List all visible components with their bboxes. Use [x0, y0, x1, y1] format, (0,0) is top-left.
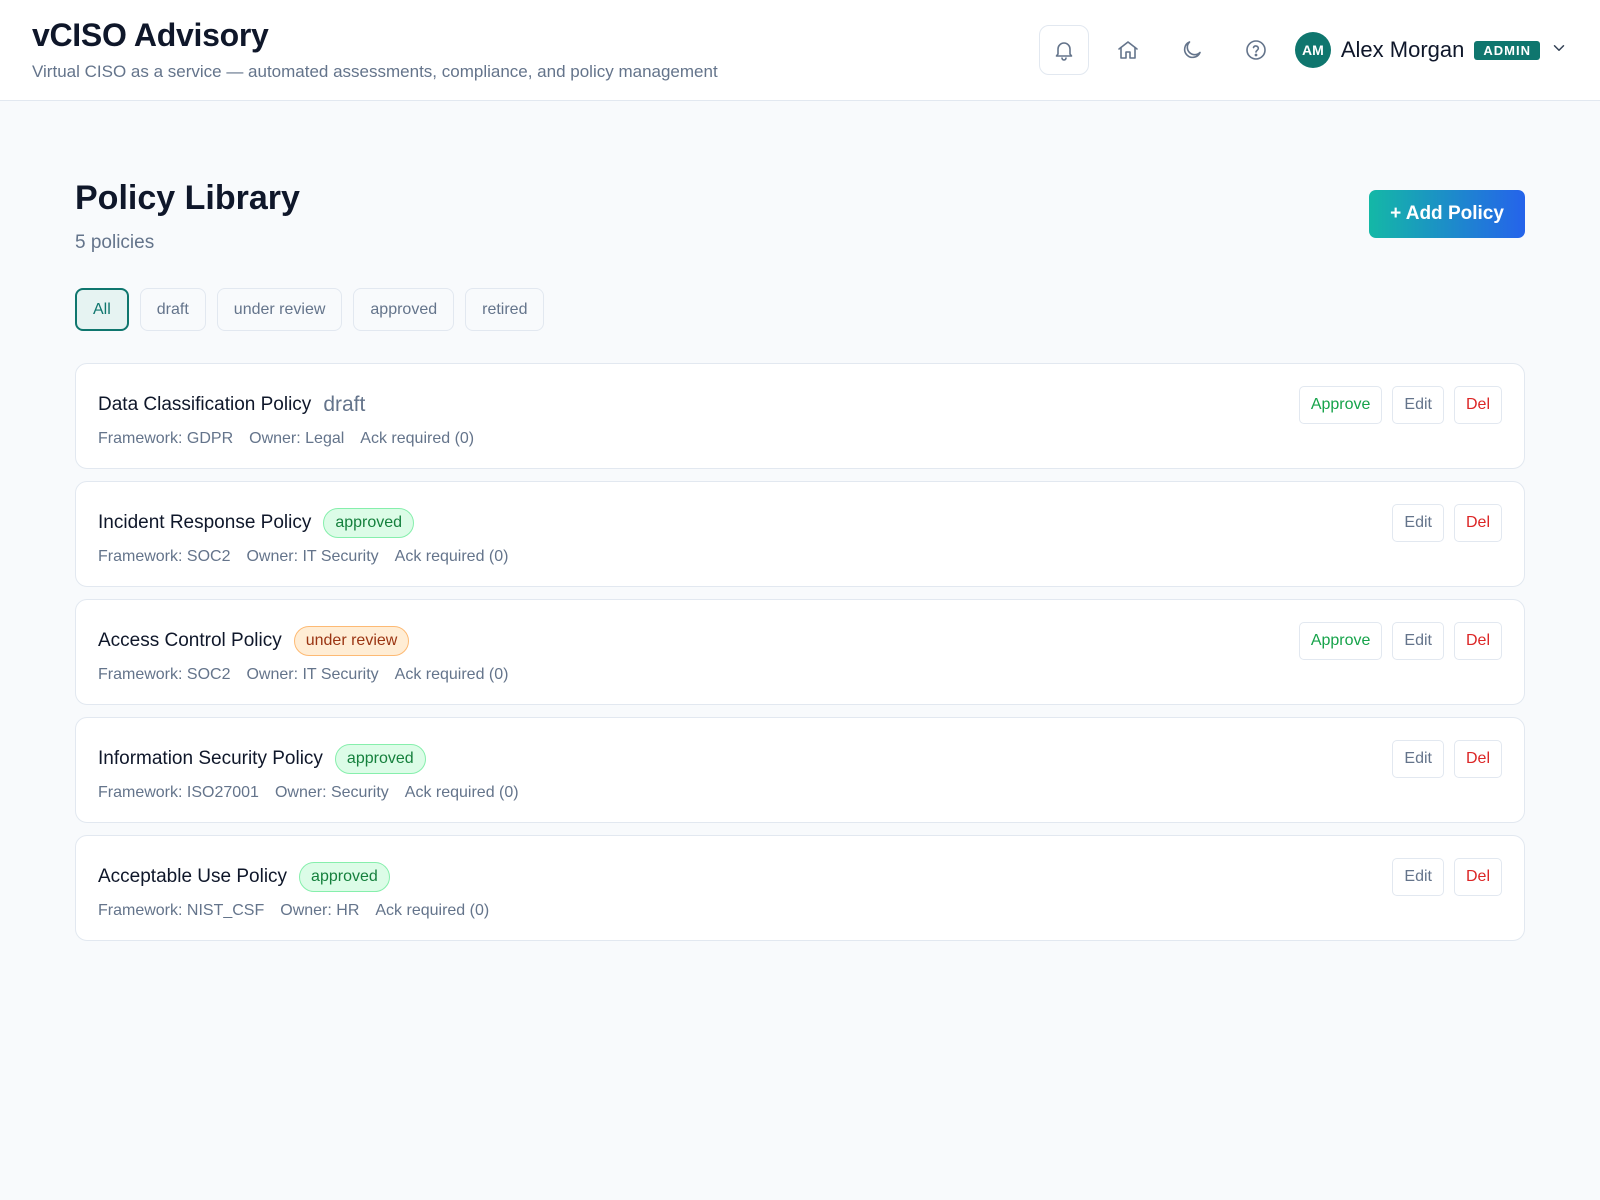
policy-owner: Owner: IT Security: [246, 666, 379, 683]
policy-list: Data Classification Policy draft Framewo…: [75, 363, 1525, 941]
app-title: vCISO Advisory: [32, 17, 269, 54]
delete-button[interactable]: Del: [1453, 740, 1502, 778]
policy-title: Incident Response Policy: [98, 512, 312, 533]
edit-button[interactable]: Edit: [1392, 504, 1444, 542]
policy-count: 5 policies: [75, 232, 155, 253]
policy-ack: Ack required (0): [360, 430, 475, 447]
policy-owner: Owner: IT Security: [246, 548, 379, 565]
policy-ack: Ack required (0): [375, 902, 490, 919]
edit-button[interactable]: Edit: [1392, 622, 1444, 660]
help-button[interactable]: [1231, 25, 1281, 75]
policy-owner: Owner: HR: [280, 902, 360, 919]
main-content: Policy Library 5 policies + Add Policy A…: [0, 101, 1600, 941]
policy-title: Data Classification Policy: [98, 394, 312, 415]
delete-button[interactable]: Del: [1453, 386, 1502, 424]
bell-icon: [1055, 42, 1073, 61]
page-header: Policy Library 5 policies + Add Policy: [75, 177, 1525, 254]
filter-approved[interactable]: approved: [353, 288, 455, 331]
policy-framework: Framework: SOC2: [98, 666, 231, 683]
filter-retired[interactable]: retired: [465, 288, 545, 331]
filter-under-review[interactable]: under review: [216, 288, 343, 331]
policy-card: Incident Response Policy approved Framew…: [75, 481, 1525, 587]
help-icon: [1246, 40, 1266, 60]
home-icon: [1118, 41, 1138, 59]
home-button[interactable]: [1103, 25, 1153, 75]
status-filters: All draft under review approved retired: [75, 288, 1525, 331]
status-badge: draft: [323, 393, 366, 416]
status-badge: approved: [299, 862, 390, 892]
policy-card: Information Security Policy approved Fra…: [75, 717, 1525, 823]
policy-ack: Ack required (0): [394, 548, 509, 565]
status-badge: under review: [293, 626, 410, 656]
approve-button[interactable]: Approve: [1298, 386, 1383, 424]
policy-framework: Framework: ISO27001: [98, 784, 259, 801]
moon-icon: [1183, 41, 1201, 59]
policy-framework: Framework: NIST_CSF: [98, 902, 265, 919]
user-menu[interactable]: AM Alex Morgan ADMIN: [1294, 32, 1568, 68]
brand: vCISO Advisory Virtual CISO as a service…: [32, 18, 718, 81]
policy-card: Acceptable Use Policy approved Framework…: [75, 835, 1525, 941]
notifications-button[interactable]: [1038, 25, 1089, 75]
policy-owner: Owner: Security: [274, 784, 389, 801]
theme-toggle-button[interactable]: [1167, 25, 1217, 75]
policy-framework: Framework: SOC2: [98, 548, 231, 565]
policy-card: Access Control Policy under review Frame…: [75, 599, 1525, 705]
policy-ack: Ack required (0): [404, 784, 519, 801]
add-policy-button[interactable]: + Add Policy: [1369, 190, 1525, 238]
role-badge: ADMIN: [1474, 40, 1540, 60]
app-header: vCISO Advisory Virtual CISO as a service…: [0, 0, 1600, 101]
approve-button[interactable]: Approve: [1298, 622, 1383, 660]
delete-button[interactable]: Del: [1453, 504, 1502, 542]
status-badge: approved: [334, 744, 426, 774]
policy-owner: Owner: Legal: [249, 430, 345, 447]
user-name: Alex Morgan: [1340, 37, 1465, 62]
chevron-down-icon: [1550, 39, 1568, 62]
policy-title: Access Control Policy: [98, 630, 282, 651]
header-actions: AM Alex Morgan ADMIN: [1038, 25, 1568, 75]
edit-button[interactable]: Edit: [1392, 858, 1444, 896]
avatar: AM: [1294, 32, 1331, 68]
page-title: Policy Library: [75, 179, 300, 217]
filter-draft[interactable]: draft: [139, 288, 206, 331]
policy-title: Acceptable Use Policy: [98, 866, 288, 887]
status-badge: approved: [323, 508, 415, 538]
filter-all[interactable]: All: [75, 288, 129, 331]
edit-button[interactable]: Edit: [1392, 386, 1444, 424]
policy-title: Information Security Policy: [98, 748, 323, 769]
policy-framework: Framework: GDPR: [98, 430, 234, 447]
policy-card: Data Classification Policy draft Framewo…: [75, 363, 1525, 469]
policy-ack: Ack required (0): [394, 666, 509, 683]
edit-button[interactable]: Edit: [1392, 740, 1444, 778]
delete-button[interactable]: Del: [1453, 622, 1502, 660]
app-subtitle: Virtual CISO as a service — automated as…: [32, 61, 718, 81]
delete-button[interactable]: Del: [1453, 858, 1502, 896]
